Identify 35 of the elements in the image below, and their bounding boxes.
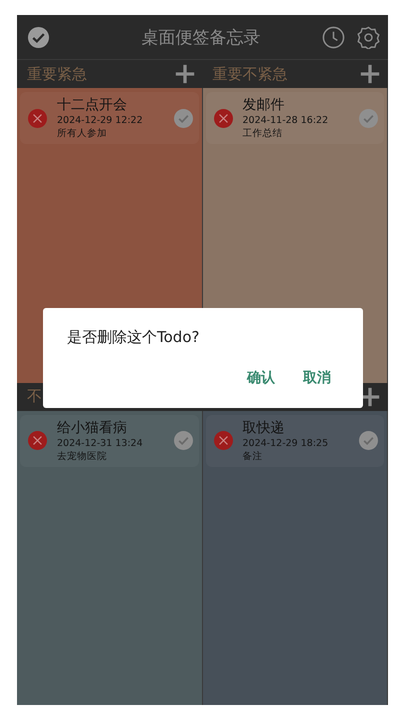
todo-note: 备注 (242, 450, 264, 462)
check-circle-icon[interactable] (27, 26, 50, 48)
plus-icon[interactable] (360, 386, 380, 406)
check-circle-icon[interactable] (174, 431, 192, 450)
check-circle-icon[interactable] (174, 108, 192, 128)
clock-icon[interactable] (322, 26, 345, 48)
todo-note: 去宠物医院 (57, 450, 108, 462)
todo-card[interactable]: 发邮件 2024-11-28 16:22 工作总结 (206, 92, 384, 144)
todo-title: 十二点开会 (57, 96, 128, 114)
dialog-button[interactable]: 确认 (239, 365, 283, 391)
quadrant-title: 不 (27, 387, 42, 406)
todo-title: 发邮件 (242, 96, 286, 114)
dialog-button[interactable]: 取消 (295, 365, 339, 391)
todo-time: 2024-11-28 16:22 (242, 114, 330, 127)
todo-note: 所有人参加 (57, 127, 108, 140)
check-circle-icon[interactable] (359, 108, 378, 128)
close-circle-icon[interactable] (28, 108, 47, 128)
todo-note: 工作总结 (242, 127, 284, 140)
todo-time: 2024-12-31 13:24 (57, 436, 144, 450)
quadrant-title: 重要不紧急 (212, 64, 288, 84)
todo-card[interactable]: 给小猫看病 2024-12-31 13:24 去宠物医院 (20, 414, 198, 466)
todo-card[interactable]: 取快递 2024-12-29 18:25 备注 (206, 414, 384, 466)
todo-title: 取快递 (242, 418, 286, 436)
todo-title: 给小猫看病 (57, 418, 128, 436)
quadrant-title: 重要紧急 (27, 64, 87, 84)
close-circle-icon[interactable] (214, 108, 232, 128)
todo-time: 2024-12-29 18:25 (242, 436, 330, 450)
close-circle-icon[interactable] (28, 431, 47, 450)
check-circle-icon[interactable] (359, 431, 378, 450)
app-title: 桌面便签备忘录 (140, 26, 262, 48)
close-circle-icon[interactable] (214, 431, 232, 450)
settings-icon[interactable] (357, 26, 380, 48)
todo-card[interactable]: 十二点开会 2024-12-29 12:22 所有人参加 (20, 92, 198, 144)
todo-time: 2024-12-29 12:22 (57, 114, 144, 127)
dialog-message: 是否删除这个Todo? (67, 328, 200, 347)
